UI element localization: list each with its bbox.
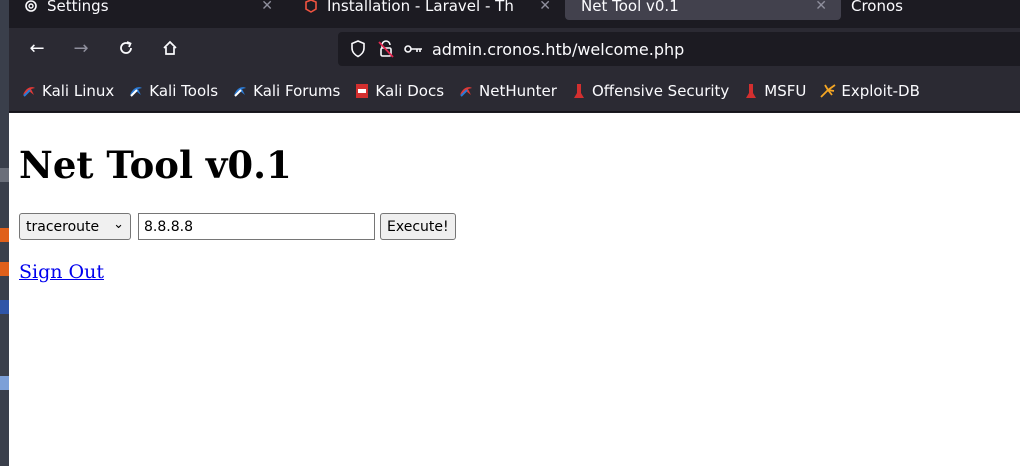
close-icon[interactable]: ✕ (539, 0, 551, 14)
reload-icon (120, 41, 132, 54)
command-select[interactable]: traceroute ⌄ (19, 213, 131, 240)
bookmark-label: MSFU (764, 81, 807, 100)
gear-icon (23, 0, 39, 14)
bookmarks-toolbar: Kali Linux Kali Tools Kali Forums Kali D… (9, 70, 1020, 112)
bookmark-nethunter[interactable]: NetHunter (458, 82, 557, 100)
close-icon[interactable]: ✕ (261, 0, 273, 14)
tab-bar: Settings ✕ Installation - Laravel - Th ✕… (9, 0, 1020, 20)
kali-docs-icon (354, 83, 370, 99)
insecure-lock-icon[interactable] (376, 39, 396, 59)
net-tool-form: traceroute ⌄ Execute! (19, 213, 456, 240)
laravel-icon (303, 0, 319, 14)
host-input[interactable] (138, 213, 375, 240)
home-icon (163, 40, 177, 55)
kali-forums-icon (232, 83, 248, 99)
execute-button[interactable]: Execute! (380, 213, 456, 240)
tab-label: Net Tool v0.1 (581, 0, 679, 15)
bookmark-exploit-db[interactable]: Exploit-DB (820, 82, 920, 100)
kali-tools-icon (128, 83, 144, 99)
navigation-bar: ← → admin.cronos.htb/welcome.php (9, 28, 1020, 70)
bookmark-label: Kali Tools (149, 81, 219, 100)
reload-button[interactable] (114, 36, 138, 60)
home-button[interactable] (158, 36, 182, 60)
bookmark-label: Kali Linux (42, 81, 115, 100)
back-button[interactable]: ← (25, 36, 49, 60)
bookmark-kali-docs[interactable]: Kali Docs (354, 82, 444, 100)
tab-net-tool[interactable]: Net Tool v0.1 ✕ (565, 0, 841, 20)
bookmark-kali-tools[interactable]: Kali Tools (128, 82, 218, 100)
tab-settings[interactable]: Settings ✕ (19, 0, 287, 20)
bookmark-kali-forums[interactable]: Kali Forums (232, 82, 340, 100)
offsec-icon (571, 83, 587, 99)
command-select-value: traceroute (26, 218, 100, 235)
tab-label: Installation - Laravel - Th (327, 0, 514, 15)
browser-window: Settings ✕ Installation - Laravel - Th ✕… (9, 0, 1020, 466)
key-icon[interactable] (404, 39, 424, 59)
kali-icon (21, 83, 37, 99)
bookmark-label: Kali Forums (253, 81, 341, 100)
tab-laravel[interactable]: Installation - Laravel - Th ✕ (297, 0, 565, 20)
forward-button[interactable]: → (69, 36, 93, 60)
bookmark-kali-linux[interactable]: Kali Linux (21, 82, 114, 100)
tab-cronos[interactable]: Cronos (845, 0, 1015, 20)
tab-label: Cronos (851, 0, 903, 15)
desktop-window-edge (0, 0, 9, 466)
bookmark-offensive-security[interactable]: Offensive Security (571, 82, 729, 100)
chevron-down-icon: ⌄ (113, 217, 124, 232)
bookmark-label: NetHunter (479, 81, 557, 100)
url-text[interactable]: admin.cronos.htb/welcome.php (432, 40, 684, 59)
bookmark-msfu[interactable]: MSFU (743, 82, 806, 100)
bookmark-label: Offensive Security (591, 81, 730, 100)
exploit-db-icon (820, 83, 836, 99)
close-icon[interactable]: ✕ (815, 0, 827, 14)
bookmark-label: Exploit-DB (841, 81, 920, 100)
page-title: Net Tool v0.1 (19, 143, 292, 187)
url-bar[interactable]: admin.cronos.htb/welcome.php (338, 32, 1020, 66)
tab-label: Settings (47, 0, 109, 15)
shield-icon[interactable] (348, 39, 368, 59)
nethunter-icon (458, 83, 474, 99)
bookmark-label: Kali Docs (375, 81, 445, 100)
msfu-icon (743, 83, 759, 99)
sign-out-link[interactable]: Sign Out (19, 261, 104, 283)
page-content: Net Tool v0.1 traceroute ⌄ Execute! Sign… (9, 113, 1020, 466)
